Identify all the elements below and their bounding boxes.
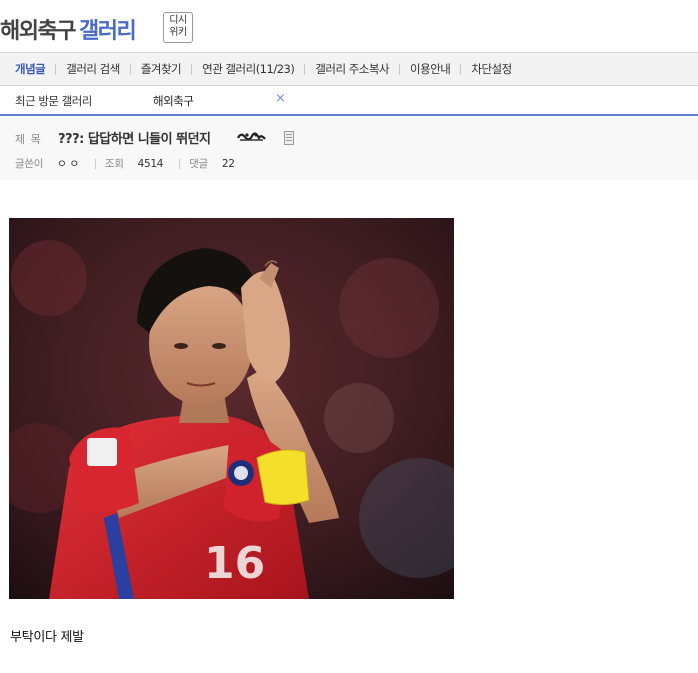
recent-gallery-link[interactable]: 해외축구 xyxy=(153,93,194,109)
author-label: 글쓴이 xyxy=(15,158,44,170)
close-icon[interactable]: × xyxy=(275,91,286,106)
post-body-text: 부탁이다 제발 xyxy=(10,630,84,645)
nav-item-guide[interactable]: 이용안내 xyxy=(400,61,462,77)
dcwiki-label-line1: 디시 xyxy=(169,15,187,26)
dcwiki-button[interactable]: 디시 위키 xyxy=(163,12,193,43)
svg-text:16: 16 xyxy=(204,538,265,589)
post-meta: 글쓴이 ㅇ ㅇ 조회 4514 댓글 22 xyxy=(15,156,235,171)
post-title: ???: 답답하면 니들이 뛰던지 xyxy=(58,132,211,147)
gallery-nav: 개념글 갤러리 검색 즐겨찾기 연관 갤러리(11/23) 갤러리 주소복사 이… xyxy=(0,52,698,86)
nav-item-gallery-search[interactable]: 갤러리 검색 xyxy=(56,61,131,77)
nav-item-label: 개념글 xyxy=(15,62,46,76)
nav-item-favorites[interactable]: 즐겨찾기 xyxy=(131,61,193,77)
meta-separator xyxy=(94,158,96,169)
views-label: 조회 xyxy=(104,158,124,170)
recent-galleries-bar: 최근 방문 갤러리 해외축구 × xyxy=(0,86,698,116)
author-name[interactable]: ㅇ ㅇ xyxy=(57,156,79,171)
comments-label: 댓글 xyxy=(189,158,208,170)
gallery-title-part1: 해외축구 xyxy=(0,19,76,44)
scribble-emoticon-icon xyxy=(237,132,266,141)
nav-item-label: 갤러리 주소복사 xyxy=(315,62,390,76)
nav-item-copy-address[interactable]: 갤러리 주소복사 xyxy=(305,61,401,77)
recent-galleries-label: 최근 방문 갤러리 xyxy=(15,94,92,108)
post-image: 16 xyxy=(9,218,454,599)
dcwiki-label-line2: 위키 xyxy=(169,27,187,38)
post-header: 제 목 ???: 답답하면 니들이 뛰던지 글쓴이 ㅇ ㅇ 조회 4514 댓글… xyxy=(0,116,698,180)
image-attachment-icon xyxy=(284,131,295,145)
nav-item-label: 갤러리 검색 xyxy=(66,62,120,76)
nav-item-related-galleries[interactable]: 연관 갤러리(11/23) xyxy=(192,61,306,77)
nav-item-label: 차단설정 xyxy=(471,62,512,76)
views-count: 4514 xyxy=(137,157,164,170)
nav-item-block-settings[interactable]: 차단설정 xyxy=(461,61,521,77)
nav-item-concept-posts[interactable]: 개념글 xyxy=(5,61,57,77)
nav-item-label: 연관 갤러리(11/23) xyxy=(202,62,295,76)
gallery-header: 해외축구 갤러리 디시 위키 xyxy=(0,0,698,52)
gallery-title[interactable]: 해외축구 갤러리 xyxy=(0,13,137,45)
title-icons xyxy=(237,129,295,149)
gallery-title-part2: 갤러리 xyxy=(78,19,137,44)
title-label: 제 목 xyxy=(15,133,42,146)
nav-item-label: 즐겨찾기 xyxy=(140,62,182,76)
player-applauding-photo: 16 xyxy=(9,218,454,599)
nav-item-label: 이용안내 xyxy=(410,62,451,76)
meta-separator xyxy=(179,158,181,169)
comments-count[interactable]: 22 xyxy=(222,158,235,170)
